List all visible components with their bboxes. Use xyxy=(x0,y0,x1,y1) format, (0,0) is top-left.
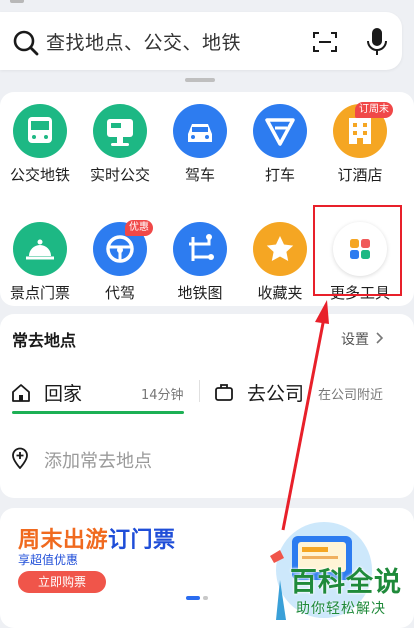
scan-icon[interactable] xyxy=(312,30,338,54)
work-status: 在公司附近 xyxy=(318,388,384,403)
discount-badge: 优惠 xyxy=(125,220,153,236)
chevron-right-icon[interactable] xyxy=(374,331,386,345)
realtime-bus-icon xyxy=(93,104,147,158)
tool-label: 驾车 xyxy=(184,166,215,184)
tool-subway-map[interactable]: 地铁图 xyxy=(160,210,240,306)
tool-label: 收藏夹 xyxy=(257,284,303,302)
star-icon xyxy=(253,222,307,276)
promo-title-part: 订门票 xyxy=(108,528,176,553)
tool-taxi[interactable]: 打车 xyxy=(240,92,320,188)
hotel-icon: 订周末 xyxy=(333,102,393,158)
divider xyxy=(199,380,200,402)
section-title: 常去地点 xyxy=(12,331,77,350)
tool-favorites[interactable]: 收藏夹 xyxy=(240,210,320,306)
search-placeholder[interactable]: 查找地点、公交、地铁 xyxy=(46,28,241,55)
buy-now-button[interactable]: 立即购票 xyxy=(18,571,106,593)
tool-drive[interactable]: 驾车 xyxy=(160,92,240,188)
carousel-dot-active xyxy=(186,596,200,600)
tool-label: 订酒店 xyxy=(337,166,383,184)
tool-designated-driver[interactable]: 优惠 代驾 xyxy=(80,210,160,306)
tool-label: 地铁图 xyxy=(177,284,223,302)
tool-label: 实时公交 xyxy=(89,166,150,184)
steering-wheel-icon: 优惠 xyxy=(93,220,153,276)
work-button[interactable]: 去公司 xyxy=(247,379,304,406)
home-active-underline xyxy=(12,411,184,414)
tool-scenic-tickets[interactable]: 景点门票 xyxy=(0,210,80,306)
home-icon xyxy=(12,384,30,402)
taxi-icon xyxy=(253,104,307,158)
subway-map-icon xyxy=(173,222,227,276)
car-icon xyxy=(173,104,227,158)
promo-subtitle: 享超值优惠 xyxy=(18,553,79,567)
location-pin-icon xyxy=(12,447,28,469)
settings-link[interactable]: 设置 xyxy=(341,329,369,349)
tool-label: 打车 xyxy=(264,166,295,184)
watermark: 百科全说 助你轻松解决 xyxy=(286,560,404,622)
frequent-places-card: 常去地点 设置 回家 14分钟 去公司 在公司附近 添加常去地点 xyxy=(0,314,414,498)
drag-handle[interactable] xyxy=(185,78,215,82)
tool-label: 景点门票 xyxy=(9,284,70,302)
promo-badge: 订周末 xyxy=(355,102,393,118)
bus-icon xyxy=(13,104,67,158)
add-place-button[interactable]: 添加常去地点 xyxy=(44,447,152,473)
highlight-box xyxy=(313,205,402,296)
briefcase-icon xyxy=(215,384,233,401)
tool-label: 公交地铁 xyxy=(9,166,70,184)
watermark-title: 百科全说 xyxy=(290,567,402,598)
home-travel-time: 14分钟 xyxy=(141,388,184,403)
tool-hotel[interactable]: 订周末 订酒店 xyxy=(320,92,400,188)
tool-realtime-bus[interactable]: 实时公交 xyxy=(80,92,160,188)
carousel-dot xyxy=(203,596,208,600)
home-button[interactable]: 回家 xyxy=(44,379,82,406)
promo-title: 周末出游订门票 xyxy=(18,522,176,554)
status-bar-fragment xyxy=(10,0,24,3)
search-icon xyxy=(13,30,39,56)
tool-label: 代驾 xyxy=(104,284,135,302)
tool-bus-subway[interactable]: 公交地铁 xyxy=(0,92,80,188)
watermark-subtitle: 助你轻松解决 xyxy=(296,601,386,617)
promo-title-part: 周末出游 xyxy=(18,528,109,553)
microphone-icon[interactable] xyxy=(366,27,388,57)
search-bar[interactable]: 查找地点、公交、地铁 xyxy=(0,12,402,70)
scenic-icon xyxy=(13,222,67,276)
